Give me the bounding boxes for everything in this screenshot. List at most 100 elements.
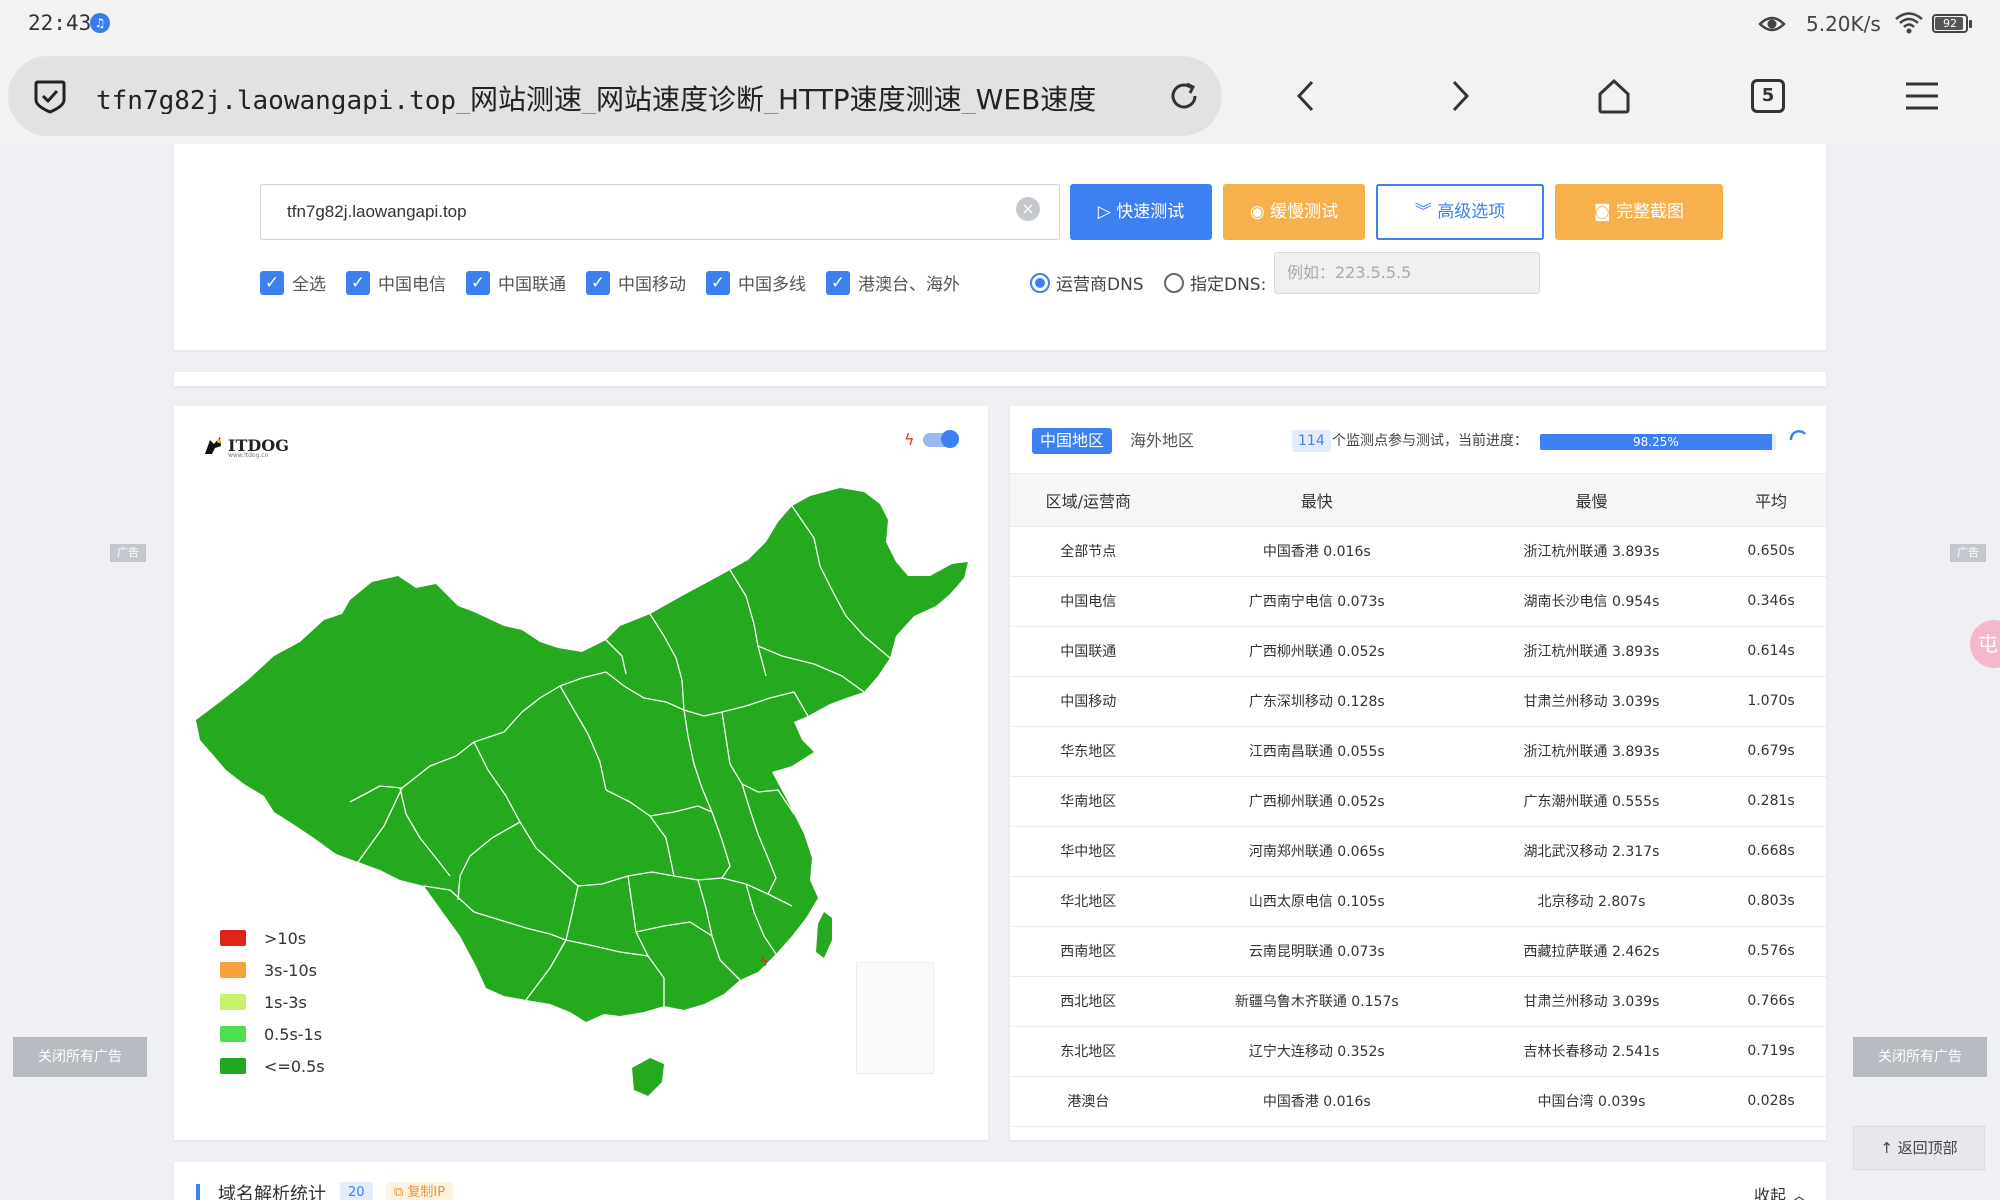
check-icon: ✓ [586,270,610,295]
dns-count-badge: 20 [340,1182,373,1200]
radio-label: 指定DNS: [1190,275,1267,295]
menu-button[interactable] [1894,68,1950,124]
home-button[interactable] [1586,68,1642,124]
dns-stats-card: 域名解析统计 20 ⧉ 复制IP 收起 ︿ [174,1162,1826,1200]
legend-item: 1s-3s [220,986,325,1018]
table-row: 华北地区 山西太原电信 0.105s 北京移动 2.807s 0.803s [1010,876,1826,927]
back-to-top-button[interactable]: ↑ 返回顶部 [1853,1126,1985,1170]
slowest-cell: 西藏拉萨联通 2.462s [1466,926,1716,977]
column-header: 最快 [1166,474,1467,527]
shield-check-icon[interactable] [30,76,70,116]
column-header: 最慢 [1466,474,1716,527]
legend-label: >10s [264,928,307,948]
average-cell: 0.668s [1716,826,1826,877]
slowest-cell: 湖南长沙电信 0.954s [1466,576,1716,627]
slowest-cell: 广东潮州联通 0.555s [1466,776,1716,827]
collapse-button[interactable]: 收起 ︿ [1754,1182,1807,1200]
quick-test-button[interactable]: ▷ 快速测试 [1070,184,1212,240]
average-cell: 0.719s [1716,1026,1826,1077]
fastest-cell: 云南昆明联通 0.073s [1166,926,1467,977]
legend-swatch [220,994,246,1010]
average-cell: 0.346s [1716,576,1826,627]
fastest-cell: 广西柳州联通 0.052s [1166,776,1467,827]
radio-custom-dns[interactable]: 指定DNS: [1164,270,1266,295]
back-button[interactable] [1278,68,1334,124]
section-accent-bar [196,1184,200,1200]
legend-swatch [220,930,246,946]
checkbox-label: 中国联通 [498,275,566,295]
checkbox-label: 中国多线 [738,275,806,295]
advanced-options-label: 高级选项 [1437,202,1506,222]
checkbox-unicom[interactable]: ✓ 中国联通 [466,270,566,295]
dog-logo-icon [205,437,221,454]
ad-label-left: 广告 [110,544,146,562]
region-cell: 中国联通 [1010,626,1167,677]
url-input[interactable]: tfn7g82j.laowangapi.top [260,184,1060,240]
address-bar[interactable]: tfn7g82j.laowangapi.top_网站测速_网站速度诊断_HTTP… [8,56,1222,136]
checkbox-label: 全选 [292,275,326,295]
checkbox-label: 港澳台、海外 [858,275,960,295]
checkbox-telecom[interactable]: ✓ 中国电信 [346,270,446,295]
table-header-row: 区域/运营商 最快 最慢 平均 [1010,474,1826,527]
region-cell: 中国移动 [1010,676,1167,727]
close-ads-button-left[interactable]: 关闭所有广告 [13,1037,147,1077]
tab-china[interactable]: 中国地区 [1032,428,1113,454]
node-count-text: 个监测点参与测试，当前进度： [1332,433,1528,449]
advanced-options-button[interactable]: ︾ 高级选项 [1376,184,1544,240]
legend-label: 0.5s-1s [264,1024,323,1044]
slowest-cell: 浙江杭州联通 3.893s [1466,626,1716,677]
average-cell: 0.028s [1716,1076,1826,1127]
node-count-badge: 114 [1292,430,1331,452]
reload-icon[interactable] [1164,76,1204,116]
average-cell: 0.281s [1716,776,1826,827]
full-screenshot-label: 完整截图 [1615,202,1684,222]
battery-level: 92 [1943,17,1957,30]
radio-label: 运营商DNS [1056,275,1144,295]
full-screenshot-button[interactable]: ◙ 完整截图 [1555,184,1723,240]
table-row: 中国联通 广西柳州联通 0.052s 浙江杭州联通 3.893s 0.614s [1010,626,1826,677]
slowest-cell: 甘肃兰州移动 3.039s [1466,676,1716,727]
section-title: 域名解析统计 [218,1184,326,1200]
copy-ip-button[interactable]: ⧉ 复制IP [386,1182,454,1200]
radio-isp-dns[interactable]: 运营商DNS [1030,270,1144,295]
map-realtime-toggle[interactable]: ϟ [904,429,959,449]
checkbox-mobile[interactable]: ✓ 中国移动 [586,270,686,295]
fastest-cell: 新疆乌鲁木齐联通 0.157s [1166,976,1467,1027]
hainan-island[interactable] [632,1058,664,1096]
legend-item: 0.5s-1s [220,1018,325,1050]
network-speed: 5.20K/s [1806,12,1881,36]
eye-comfort-icon [1758,16,1786,32]
south-sea-inset [856,962,934,1074]
taiwan-island[interactable] [816,912,832,958]
region-cell: 西南地区 [1010,926,1167,977]
table-row: 西南地区 云南昆明联通 0.073s 西藏拉萨联通 2.462s 0.576s [1010,926,1826,977]
progress-fill: 98.25% [1540,434,1772,450]
address-text[interactable]: tfn7g82j.laowangapi.top_网站测速_网站速度诊断_HTTP… [96,78,1136,114]
checkbox-select-all[interactable]: ✓ 全选 [260,270,326,295]
status-bar: 22:43 ♫ 5.20K/s 92 [0,0,2000,48]
play-icon: ▷ [1097,202,1117,222]
slow-test-button[interactable]: ◉ 缓慢测试 [1223,184,1365,240]
fastest-cell: 中国香港 0.016s [1166,1076,1467,1127]
forward-button[interactable] [1432,68,1488,124]
tab-overseas[interactable]: 海外地区 [1130,428,1194,454]
map-card: ITDOG www.itdog.cn ϟ ϟ >10s 3s-10s 1s-3s… [174,406,988,1140]
tabs-button[interactable]: 5 [1740,68,1796,124]
custom-dns-input[interactable]: 例如：223.5.5.5 [1274,252,1540,294]
close-ads-button-right[interactable]: 关闭所有广告 [1853,1037,1987,1077]
copy-icon: ⧉ [394,1185,408,1200]
region-cell: 中国电信 [1010,576,1167,627]
column-header: 区域/运营商 [1010,474,1167,527]
checkbox-multiline[interactable]: ✓ 中国多线 [706,270,806,295]
toggle-switch[interactable] [922,429,959,448]
tab-count: 5 [1751,79,1785,113]
floating-assistant-icon[interactable]: 屯 [1970,620,2000,668]
legend-item: >10s [220,922,325,954]
region-cell: 港澳台 [1010,1076,1167,1127]
average-cell: 0.576s [1716,926,1826,977]
table-row: 全部节点 中国香港 0.016s 浙江杭州联通 3.893s 0.650s [1010,526,1826,577]
map-marker: ϟ [760,955,769,970]
checkbox-overseas[interactable]: ✓ 港澳台、海外 [826,270,960,295]
collapse-label: 收起 [1754,1186,1787,1200]
clear-icon[interactable]: × [1016,197,1040,221]
